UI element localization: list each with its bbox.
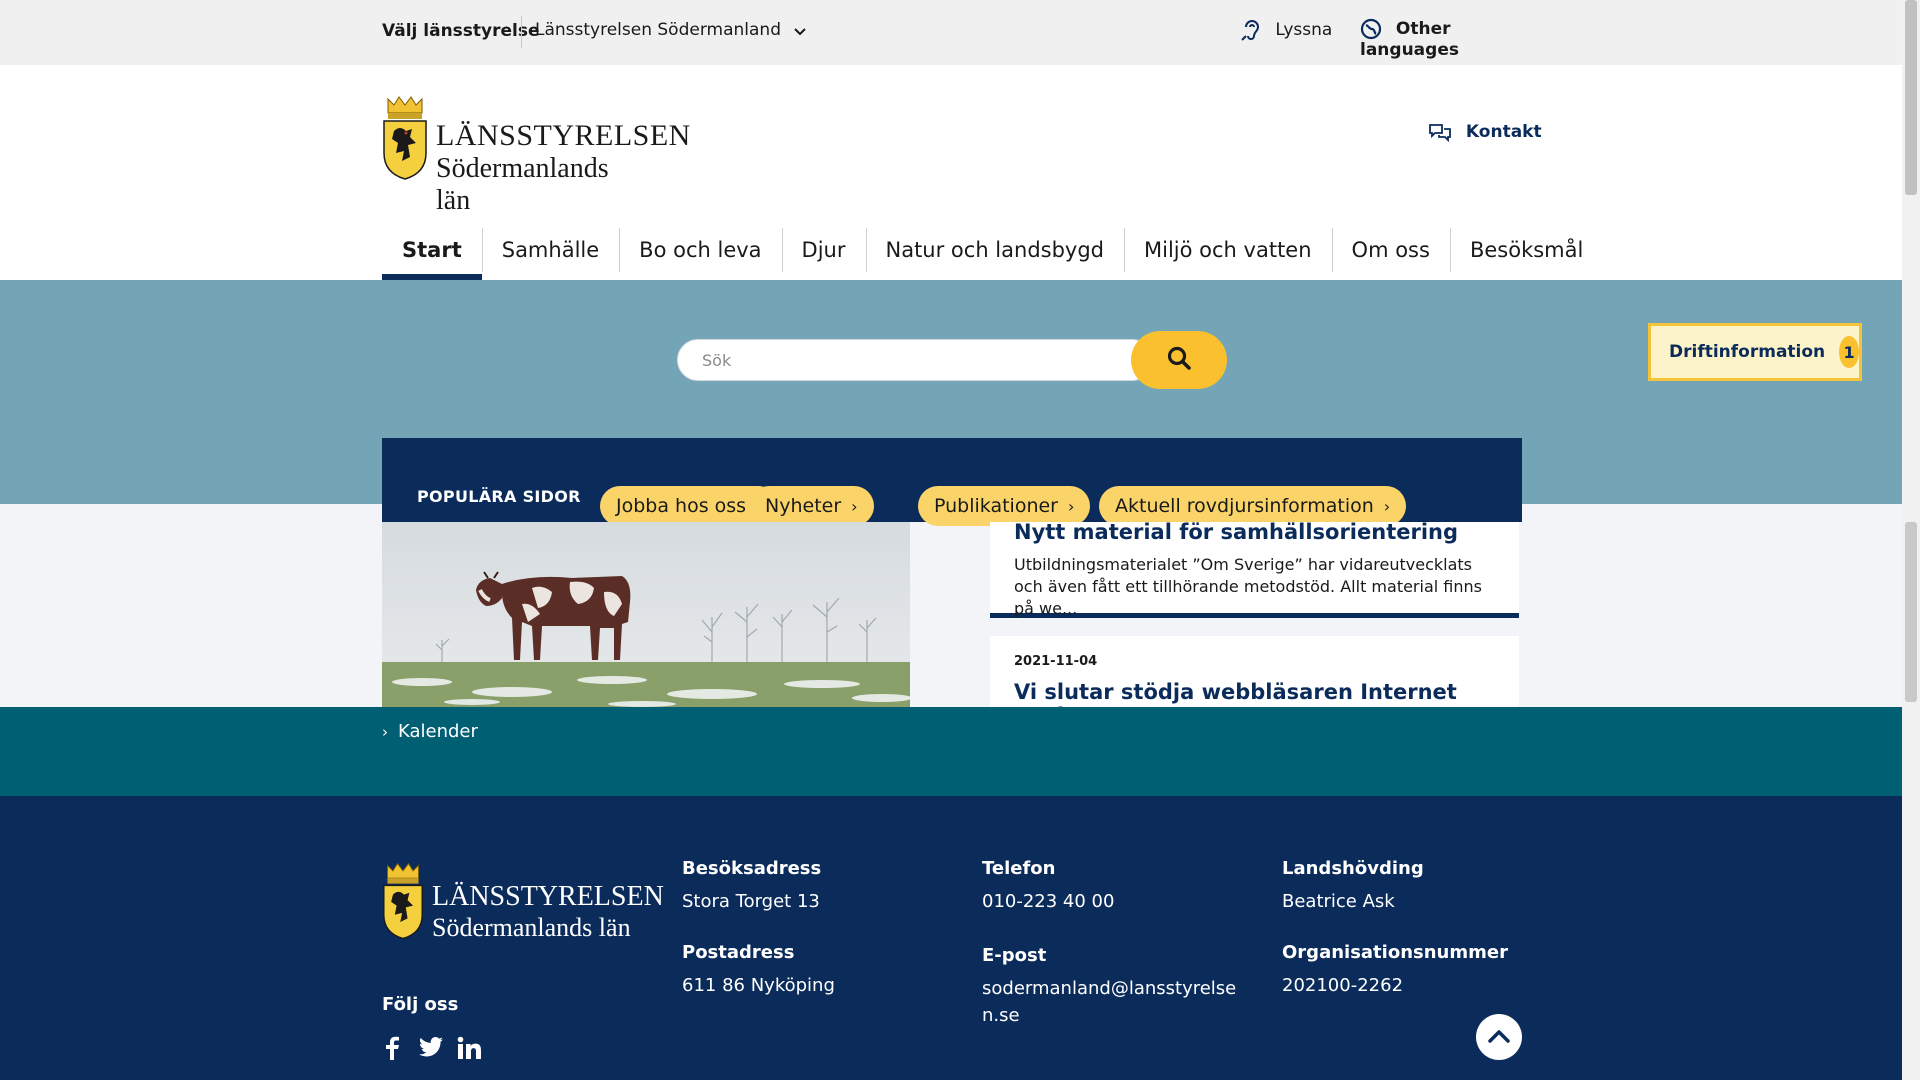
search-box — [677, 339, 1153, 381]
follow-us-heading: Följ oss — [382, 994, 459, 1015]
calendar-band: › Kalender — [0, 707, 1902, 796]
scrollbar-thumb[interactable] — [1905, 0, 1917, 195]
nav-item-miljo-och-vatten[interactable]: Miljö och vatten — [1124, 220, 1332, 280]
news-title[interactable]: Nytt material för samhällsorientering — [1014, 520, 1458, 544]
governor-value: Beatrice Ask — [1282, 891, 1395, 912]
search-input[interactable] — [678, 340, 1152, 380]
news-date: 2021-11-04 — [1014, 654, 1098, 669]
page-scrollbar[interactable] — [1902, 0, 1920, 1080]
footer-logo-wordmark-line1: LÄNSSTYRELSEN — [432, 881, 664, 912]
chevron-right-icon: › — [851, 496, 858, 516]
chip-label: Publikationer — [934, 495, 1058, 517]
operational-info-count-badge: 1 — [1839, 336, 1859, 368]
postal-address-value: 611 86 Nyköping — [682, 975, 835, 996]
nav-item-samhalle[interactable]: Samhälle — [481, 220, 619, 280]
coat-of-arms-icon — [382, 95, 428, 185]
visit-address-heading: Besöksadress — [682, 858, 822, 879]
search-button[interactable] — [1131, 331, 1227, 389]
phone-value[interactable]: 010-223 40 00 — [982, 888, 1114, 915]
scrollbar-track-segment — [1905, 522, 1917, 702]
listen-button[interactable]: Lyssna — [1240, 18, 1332, 42]
contact-link[interactable]: Kontakt — [1428, 122, 1542, 143]
email-line-1: sodermanland@lansstyrelse — [982, 978, 1237, 999]
nav-item-djur[interactable]: Djur — [781, 220, 866, 280]
nav-item-besoksmal[interactable]: Besöksmål — [1449, 220, 1603, 280]
footer-logo[interactable]: LÄNSSTYRELSEN Södermanlands län — [382, 861, 664, 942]
globe-icon — [1360, 18, 1396, 40]
visit-address-value: Stora Torget 13 — [682, 891, 820, 912]
contact-label: Kontakt — [1465, 122, 1542, 142]
twitter-icon[interactable] — [419, 1036, 443, 1062]
logo-wordmark-line1: LÄNSSTYRELSEN — [436, 119, 691, 152]
news-image-cow[interactable] — [382, 522, 910, 707]
main-navigation: Start Samhälle Bo och leva Djur Natur oc… — [382, 220, 1603, 280]
other-languages-button[interactable]: Other languages — [1360, 18, 1522, 60]
chevron-down-icon — [793, 22, 807, 42]
logo-wordmark-line2: Södermanlands län — [436, 153, 609, 216]
chevron-right-icon: › — [1383, 496, 1391, 516]
utility-bar: Välj länsstyrelse Länsstyrelsen Söderman… — [0, 0, 1902, 65]
chevron-right-icon: › — [382, 723, 388, 741]
county-select-value: Länsstyrelsen Södermanland — [535, 20, 781, 40]
calendar-link[interactable]: › Kalender — [382, 721, 478, 742]
popular-pages: POPULÄRA SIDOR Jobba hos oss › Nyheter › P… — [382, 438, 1522, 526]
site-header: LÄNSSTYRELSEN Södermanlands län Kontakt … — [0, 65, 1902, 280]
phone-heading: Telefon — [982, 858, 1056, 879]
facebook-icon[interactable] — [385, 1036, 399, 1064]
county-select[interactable]: Länsstyrelsen Södermanland — [535, 14, 815, 48]
hearing-icon — [1240, 20, 1275, 41]
linkedin-icon[interactable] — [457, 1036, 481, 1064]
org-number-value: 202100-2262 — [1282, 975, 1404, 996]
site-logo[interactable]: LÄNSSTYRELSEN Södermanlands län — [382, 95, 690, 216]
nav-item-natur-och-landsbygd[interactable]: Natur och landsbygd — [865, 220, 1125, 280]
email-link[interactable]: sodermanland@lansstyrelse n.se — [982, 975, 1236, 1029]
calendar-label: Kalender — [398, 721, 478, 742]
search-icon — [1166, 345, 1192, 375]
site-footer: LÄNSSTYRELSEN Södermanlands län Följ oss… — [0, 796, 1902, 1080]
news-title[interactable]: Vi slutar stödja webbläsaren Internet Ex… — [1014, 680, 1519, 707]
popular-pages-heading: POPULÄRA SIDOR — [417, 487, 581, 506]
chevron-right-icon: › — [1068, 496, 1075, 516]
nav-item-om-oss[interactable]: Om oss — [1331, 220, 1450, 280]
chip-nyheter[interactable]: Nyheter › — [749, 486, 874, 526]
postal-address-heading: Postadress — [682, 942, 795, 963]
chip-label: Nyheter — [765, 495, 842, 517]
divider — [521, 16, 522, 48]
operational-info-label: Driftinformation — [1669, 342, 1826, 362]
email-heading: E-post — [982, 945, 1047, 966]
nav-item-bo-och-leva[interactable]: Bo och leva — [619, 220, 781, 280]
governor-heading: Landshövding — [1282, 858, 1424, 879]
chat-bubbles-icon — [1428, 122, 1466, 143]
org-number-heading: Organisationsnummer — [1282, 942, 1508, 963]
operational-info-button[interactable]: Driftinformation 1 — [1648, 323, 1862, 381]
chevron-up-icon — [1488, 1028, 1510, 1047]
listen-label: Lyssna — [1275, 20, 1333, 40]
news-card[interactable]: 2021-11-04 Vi slutar stödja webbläsaren … — [990, 636, 1519, 707]
county-select-label: Välj länsstyrelse — [382, 21, 540, 41]
nav-item-start[interactable]: Start — [382, 220, 482, 280]
content-background — [0, 504, 1902, 707]
email-line-2: n.se — [982, 1005, 1020, 1026]
news-card[interactable]: Nytt material för samhällsorientering Ut… — [990, 520, 1519, 618]
chip-label: Jobba hos oss — [616, 495, 747, 517]
back-to-top-button[interactable] — [1476, 1014, 1522, 1060]
footer-logo-wordmark-line2: Södermanlands län — [432, 913, 631, 942]
coat-of-arms-icon — [382, 861, 424, 945]
chip-label: Aktuell rovdjursinformation — [1115, 495, 1374, 517]
news-excerpt: Utbildningsmaterialet ”Om Sverige” har v… — [1014, 555, 1482, 618]
